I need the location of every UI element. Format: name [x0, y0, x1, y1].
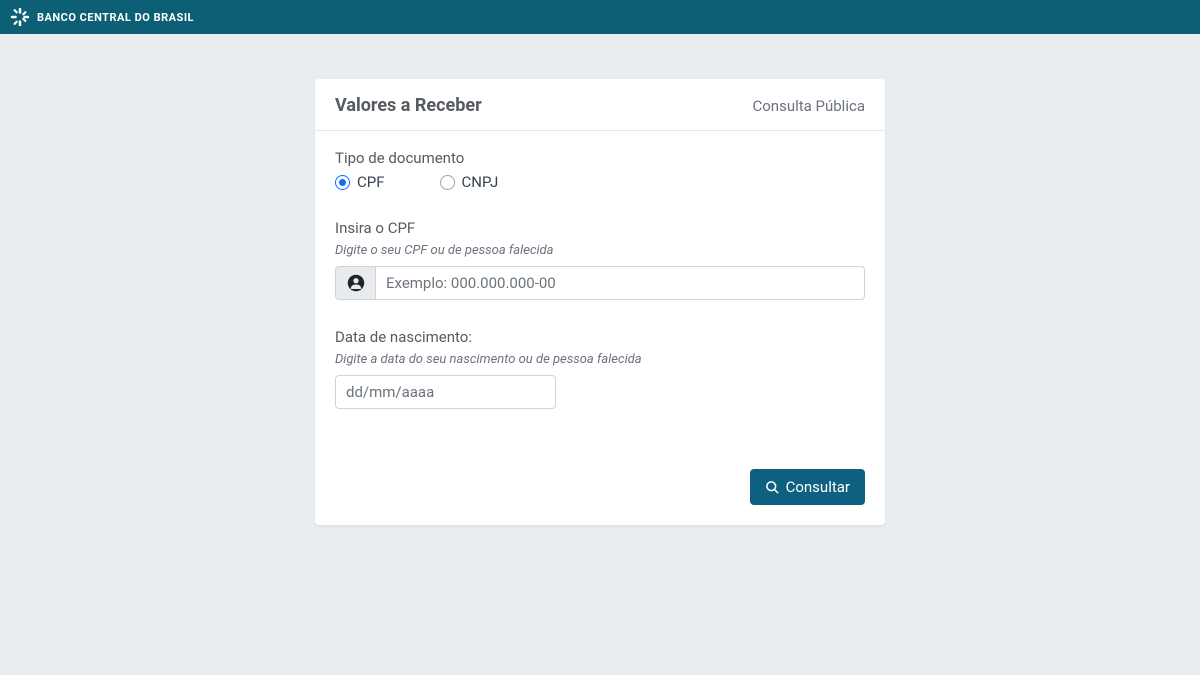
card-header: Valores a Receber Consulta Pública: [315, 79, 885, 131]
search-icon: [765, 480, 780, 495]
top-bar: BANCO CENTRAL DO BRASIL: [0, 0, 1200, 34]
brand-text: BANCO CENTRAL DO BRASIL: [37, 11, 194, 24]
cpf-label: Insira o CPF: [335, 219, 865, 237]
radio-circle-icon: [440, 175, 455, 190]
cpf-input-addon: [335, 266, 375, 300]
bcb-logo: BANCO CENTRAL DO BRASIL: [10, 7, 194, 27]
doc-type-label: Tipo de documento: [335, 149, 865, 167]
radio-circle-icon: [335, 175, 350, 190]
main-container: Valores a Receber Consulta Pública Tipo …: [0, 34, 1200, 525]
cpf-field-block: Insira o CPF Digite o seu CPF ou de pess…: [335, 219, 865, 300]
cpf-input-group: [335, 266, 865, 300]
doc-type-radio-group: CPF CNPJ: [335, 173, 865, 191]
birthdate-field-block: Data de nascimento: Digite a data do seu…: [335, 328, 865, 409]
radio-cpf-label: CPF: [357, 173, 385, 191]
card-subtitle: Consulta Pública: [752, 97, 865, 115]
cpf-hint: Digite o seu CPF ou de pessoa falecida: [335, 243, 865, 258]
birthdate-hint: Digite a data do seu nascimento ou de pe…: [335, 352, 865, 367]
cpf-input[interactable]: [375, 266, 865, 300]
birthdate-label: Data de nascimento:: [335, 328, 865, 346]
consultar-button[interactable]: Consultar: [750, 469, 865, 505]
birthdate-input[interactable]: [335, 375, 556, 409]
radio-cnpj-label: CNPJ: [462, 173, 499, 191]
radio-dot-icon: [339, 179, 346, 186]
consultar-button-label: Consultar: [786, 478, 850, 496]
card-body: Tipo de documento CPF CNPJ Insira o CPF …: [315, 131, 885, 525]
radio-cpf[interactable]: CPF: [335, 173, 385, 191]
button-row: Consultar: [335, 469, 865, 505]
card-title: Valores a Receber: [335, 95, 482, 116]
bcb-logo-icon: [10, 7, 30, 27]
form-card: Valores a Receber Consulta Pública Tipo …: [315, 79, 885, 525]
person-icon: [347, 274, 365, 292]
radio-cnpj[interactable]: CNPJ: [440, 173, 499, 191]
